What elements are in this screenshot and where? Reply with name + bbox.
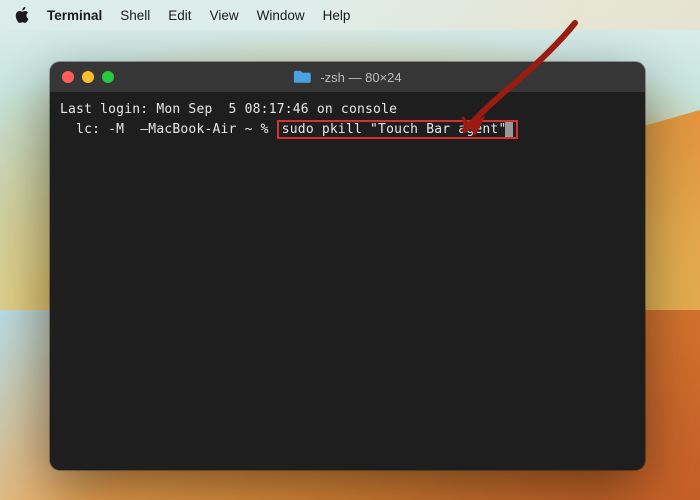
menubar-view[interactable]: View [210,8,239,23]
window-titlebar[interactable]: -zsh — 80×24 [50,62,645,92]
terminal-body[interactable]: Last login: Mon Sep 5 08:17:46 on consol… [50,92,645,147]
apple-menu-icon[interactable] [14,6,29,24]
menubar: Terminal Shell Edit View Window Help [0,0,700,30]
terminal-prompt: lc: -M —MacBook-Air ~ % [60,122,277,137]
traffic-lights [62,71,114,83]
terminal-command: sudo pkill "Touch Bar agent" [282,122,507,137]
maximize-button[interactable] [102,71,114,83]
terminal-window[interactable]: -zsh — 80×24 Last login: Mon Sep 5 08:17… [50,62,645,470]
close-button[interactable] [62,71,74,83]
window-title-container: -zsh — 80×24 [293,69,401,86]
terminal-cursor [505,122,513,137]
menubar-help[interactable]: Help [323,8,351,23]
terminal-prompt-line: lc: -M —MacBook-Air ~ % sudo pkill "Touc… [60,120,635,140]
window-title: -zsh — 80×24 [320,70,401,85]
terminal-output-line: Last login: Mon Sep 5 08:17:46 on consol… [60,100,635,120]
minimize-button[interactable] [82,71,94,83]
highlighted-command: sudo pkill "Touch Bar agent" [277,120,519,139]
menubar-window[interactable]: Window [257,8,305,23]
menubar-edit[interactable]: Edit [168,8,191,23]
folder-icon [293,69,310,86]
menubar-shell[interactable]: Shell [120,8,150,23]
menubar-app-name[interactable]: Terminal [47,8,102,23]
